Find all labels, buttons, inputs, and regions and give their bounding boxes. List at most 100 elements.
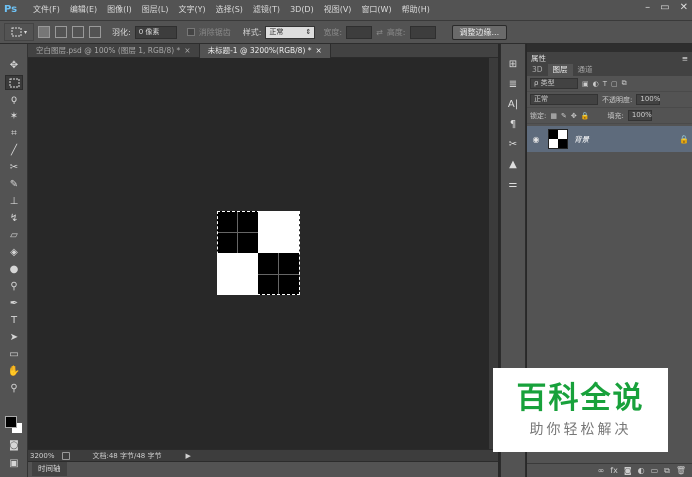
add-mask-icon[interactable]: ◙ (624, 464, 632, 477)
canvas-area[interactable] (28, 58, 498, 449)
tab-blank-layer-psd[interactable]: 空白图层.psd @ 100% (图层 1, RGB/8) * × (28, 44, 200, 58)
dodge-tool-icon[interactable]: ⚲ (5, 279, 23, 294)
lasso-tool-icon[interactable]: ϙ (5, 92, 23, 107)
magic-wand-tool-icon[interactable]: ✶ (5, 109, 23, 124)
menu-image[interactable]: 图像(I) (102, 0, 137, 20)
minimize-button[interactable]: – (645, 2, 650, 13)
tab-layers[interactable]: 图层 (547, 64, 573, 76)
quick-mask-icon[interactable]: ◙ (5, 438, 23, 453)
menu-edit[interactable]: 编辑(E) (65, 0, 102, 20)
lock-paint-icon[interactable]: ✎ (561, 112, 567, 120)
tool-preset-picker[interactable]: ▾ (4, 23, 34, 41)
delete-layer-icon[interactable]: 🗑 (676, 464, 686, 477)
updown-icon: ⇕ (305, 27, 312, 36)
menu-help[interactable]: 帮助(H) (397, 0, 435, 20)
rect-marquee-tool-icon[interactable] (5, 75, 23, 90)
panel-title-label[interactable]: 属性 (531, 53, 546, 64)
new-group-icon[interactable]: ▭ (651, 464, 659, 477)
layer-style-icon[interactable]: fx (610, 464, 618, 477)
eyedropper-tool-icon[interactable]: ╱ (5, 143, 23, 158)
crop-tool-icon[interactable]: ⌗ (5, 126, 23, 141)
menu-file[interactable]: 文件(F) (28, 0, 65, 20)
close-window-button[interactable]: ✕ (680, 2, 688, 13)
zoom-tool-icon[interactable]: ⚲ (5, 381, 23, 396)
hand-tool-icon[interactable]: ✋ (5, 364, 23, 379)
menu-select[interactable]: 选择(S) (211, 0, 248, 20)
dropdown-arrow-icon: ▾ (23, 28, 27, 36)
watermark: 百科全说 助你轻松解决 (493, 368, 668, 452)
close-icon[interactable]: × (184, 46, 190, 55)
zoom-level[interactable]: 3200% (30, 452, 54, 460)
tab-untitled-1[interactable]: 未标题-1 @ 3200%(RGB/8) * × (199, 44, 331, 58)
new-selection-icon[interactable] (38, 26, 50, 38)
subtract-from-selection-icon[interactable] (72, 26, 84, 38)
foreground-color-swatch[interactable] (5, 416, 17, 428)
filter-smart-icon[interactable]: ⧉ (622, 79, 627, 88)
properties-icon[interactable]: ≣ (504, 77, 522, 92)
menu-layer[interactable]: 图层(L) (137, 0, 174, 20)
style-select[interactable]: 正常 ⇕ (265, 25, 316, 39)
history-icon[interactable]: ⊞ (504, 57, 522, 72)
menu-view[interactable]: 视图(V) (319, 0, 357, 20)
width-input[interactable] (346, 25, 373, 39)
kind-filter-select[interactable]: ρ 类型 (530, 78, 578, 89)
menu-3d[interactable]: 3D(D) (285, 0, 319, 20)
lock-transparent-icon[interactable]: ▦ (550, 112, 557, 120)
swap-icon[interactable]: ⇄ (376, 28, 383, 37)
close-icon[interactable]: × (316, 46, 322, 55)
brush-tool-icon[interactable]: ✎ (5, 177, 23, 192)
move-tool-icon[interactable]: ✥ (5, 58, 23, 73)
paragraph-icon[interactable]: ¶ (504, 117, 522, 132)
layer-name[interactable]: 背景 (574, 134, 673, 145)
path-selection-tool-icon[interactable]: ➤ (5, 330, 23, 345)
tool-presets-icon[interactable]: ✂ (504, 137, 522, 152)
restore-button[interactable]: ▭ (660, 2, 669, 13)
link-layers-icon[interactable]: ∞ (598, 464, 605, 477)
lock-all-icon[interactable]: 🔒 (581, 112, 590, 120)
brush-presets-icon[interactable]: ▲ (504, 157, 522, 172)
menu-window[interactable]: 窗口(W) (356, 0, 396, 20)
type-tool-icon[interactable]: T (5, 313, 23, 328)
new-layer-icon[interactable]: ⧉ (664, 464, 670, 477)
status-info-icon[interactable] (62, 451, 71, 460)
filter-shape-icon[interactable]: ▢ (611, 80, 618, 88)
eraser-tool-icon[interactable]: ▱ (5, 228, 23, 243)
menu-type[interactable]: 文字(Y) (173, 0, 210, 20)
healing-brush-tool-icon[interactable]: ✂ (5, 160, 23, 175)
timeline-tab[interactable]: 时间轴 (32, 462, 67, 476)
refine-edge-button[interactable]: 调整边缘... (451, 24, 508, 40)
clone-stamp-tool-icon[interactable]: ⊥ (5, 194, 23, 209)
adjustment-layer-icon[interactable]: ◐ (638, 464, 645, 477)
rect-marquee-icon (11, 27, 22, 37)
intersect-selection-icon[interactable] (89, 26, 101, 38)
blend-mode-select[interactable]: 正常 (530, 94, 598, 105)
paint-bucket-tool-icon[interactable]: ◈ (5, 245, 23, 260)
rectangle-tool-icon[interactable]: ▭ (5, 347, 23, 362)
lock-position-icon[interactable]: ✥ (571, 112, 577, 120)
add-to-selection-icon[interactable] (55, 26, 67, 38)
timeline-panel: 时间轴 (28, 461, 498, 477)
panel-menu-icon[interactable]: ≡ (682, 54, 688, 63)
character-icon[interactable]: A| (504, 97, 522, 112)
height-label: 高度: (386, 27, 406, 37)
status-menu-arrow-icon[interactable]: ▶ (185, 452, 190, 460)
tab-channels[interactable]: 通道 (573, 64, 598, 76)
adjustments-icon[interactable]: ⚌ (504, 177, 522, 192)
filter-adjust-icon[interactable]: ◐ (593, 80, 599, 88)
layer-row-background[interactable]: ◉ 背景 🔒 (527, 126, 692, 152)
menu-filter[interactable]: 滤镜(T) (248, 0, 285, 20)
filter-type-icon[interactable]: T (603, 80, 607, 88)
filter-pixel-icon[interactable]: ▣ (582, 80, 589, 88)
blur-tool-icon[interactable]: ● (5, 262, 23, 277)
antialias-checkbox[interactable] (186, 28, 195, 36)
feather-input[interactable]: 0 像素 (134, 25, 177, 39)
tab-3d[interactable]: 3D (527, 64, 548, 76)
height-input[interactable] (409, 25, 436, 39)
screen-mode-icon[interactable]: ▣ (5, 456, 23, 471)
eye-icon[interactable]: ◉ (530, 135, 542, 144)
fill-input[interactable]: 100% (627, 110, 652, 121)
opacity-input[interactable]: 100% (636, 94, 660, 105)
menu-bar: Ps 文件(F) 编辑(E) 图像(I) 图层(L) 文字(Y) 选择(S) 滤… (0, 0, 692, 20)
pen-tool-icon[interactable]: ✒ (5, 296, 23, 311)
history-brush-tool-icon[interactable]: ↯ (5, 211, 23, 226)
